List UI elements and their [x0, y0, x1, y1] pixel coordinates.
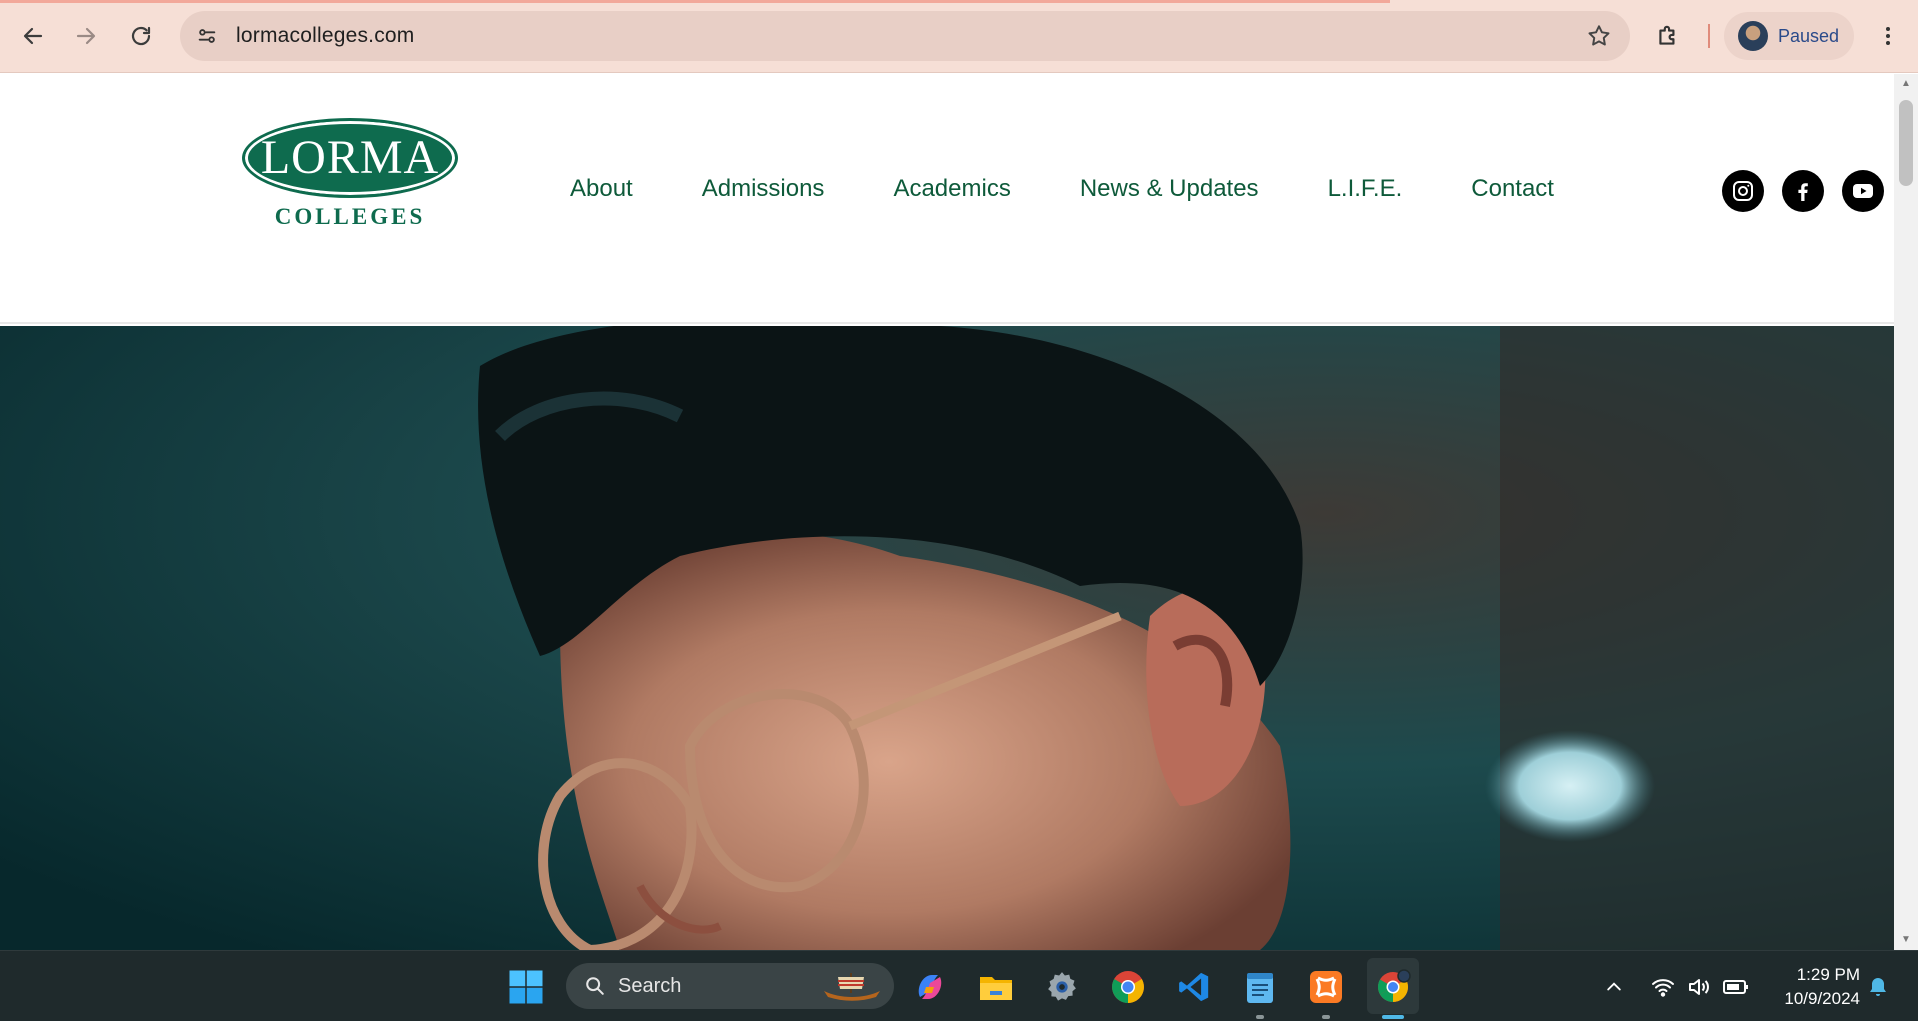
browser-menu-button[interactable] [1866, 14, 1910, 58]
back-button[interactable] [11, 14, 55, 58]
chrome-active-indicator [1382, 1015, 1404, 1019]
main-navigation: About Admissions Academics News & Update… [570, 172, 1554, 206]
taskbar-search-box[interactable]: Search [566, 963, 894, 1009]
windows-start-icon[interactable] [508, 969, 544, 1005]
nav-link-news-updates[interactable]: News & Updates [1080, 172, 1259, 206]
youtube-icon [1853, 184, 1873, 198]
site-info-button[interactable] [184, 13, 230, 59]
nav-link-admissions[interactable]: Admissions [702, 172, 825, 206]
logo-badge: LORMA [242, 118, 458, 198]
file-explorer-app[interactable] [976, 967, 1016, 1007]
xampp-running-indicator [1322, 1015, 1330, 1019]
avatar [1738, 21, 1768, 51]
clock-date: 10/9/2024 [1784, 989, 1860, 1008]
wifi-icon[interactable] [1650, 975, 1676, 999]
youtube-link[interactable] [1842, 170, 1884, 212]
bookmark-star-icon[interactable] [1586, 23, 1612, 49]
vscode-icon [1179, 972, 1209, 1002]
toolbar-separator [1708, 24, 1710, 48]
extensions-button[interactable] [1646, 14, 1690, 58]
chrome-profile-app[interactable] [1373, 967, 1413, 1007]
instagram-link[interactable] [1722, 170, 1764, 212]
copilot-app[interactable] [910, 967, 950, 1007]
hero-video[interactable] [0, 326, 1894, 950]
instagram-icon [1733, 181, 1753, 201]
profile-button[interactable]: Paused [1724, 12, 1854, 60]
chrome-icon [1112, 971, 1144, 1003]
puzzle-icon [1659, 25, 1675, 45]
scroll-down-arrow-icon[interactable]: ▼ [1900, 934, 1912, 946]
volume-icon[interactable] [1686, 975, 1712, 999]
notepad-icon [1247, 973, 1273, 1003]
scroll-up-arrow-icon[interactable]: ▲ [1900, 78, 1912, 90]
url-text[interactable]: lormacolleges.com [236, 24, 414, 48]
address-bar[interactable]: lormacolleges.com [180, 11, 1630, 61]
viking-ship-icon [824, 973, 880, 1001]
chrome-app[interactable] [1108, 967, 1148, 1007]
forward-button[interactable] [64, 14, 108, 58]
tune-icon [198, 29, 216, 43]
nav-link-contact[interactable]: Contact [1471, 172, 1554, 206]
kebab-menu-icon [1886, 27, 1890, 45]
vscode-app[interactable] [1174, 967, 1214, 1007]
notification-bell-icon[interactable] [1866, 975, 1890, 999]
browser-toolbar: lormacolleges.com Paused [0, 0, 1918, 73]
page-viewport: LORMA COLLEGES About Admissions Academic… [0, 74, 1894, 950]
clock-time: 1:29 PM [1796, 965, 1860, 984]
settings-icon [1048, 972, 1076, 1001]
notepad-app[interactable] [1240, 967, 1280, 1007]
search-placeholder: Search [618, 974, 682, 997]
reload-button[interactable] [119, 14, 163, 58]
scroll-thumb[interactable] [1899, 100, 1913, 186]
logo-wordmark: LORMA [260, 131, 440, 184]
nav-link-academics[interactable]: Academics [893, 172, 1010, 206]
reload-icon [131, 26, 151, 46]
xampp-app[interactable] [1306, 967, 1346, 1007]
arrow-right-icon [76, 27, 96, 45]
battery-icon[interactable] [1722, 975, 1750, 999]
site-header: LORMA COLLEGES About Admissions Academic… [0, 74, 1894, 324]
hero-image [0, 326, 1894, 950]
system-clock[interactable]: 1:29 PM 10/9/2024 [1760, 963, 1860, 1011]
profile-status: Paused [1778, 25, 1840, 46]
file-explorer-icon [980, 977, 1012, 1000]
nav-link-about[interactable]: About [570, 172, 633, 206]
logo-subtitle: COLLEGES [274, 204, 426, 229]
chevron-up-icon[interactable] [1604, 977, 1624, 997]
windows-taskbar: Search 1:29 PM 10/9/2024 [0, 950, 1918, 1021]
arrow-left-icon [23, 27, 43, 45]
page-scrollbar[interactable]: ▲ ▼ [1894, 74, 1918, 950]
social-links [1722, 170, 1884, 212]
xampp-icon [1310, 971, 1342, 1003]
page-load-progress [0, 0, 1390, 3]
settings-app[interactable] [1042, 967, 1082, 1007]
nav-link-life[interactable]: L.I.F.E. [1328, 172, 1403, 206]
facebook-icon [1798, 183, 1808, 201]
facebook-link[interactable] [1782, 170, 1824, 212]
notepad-running-indicator [1256, 1015, 1264, 1019]
copilot-icon [918, 975, 942, 999]
site-logo[interactable]: LORMA COLLEGES [242, 118, 460, 234]
search-icon [586, 977, 604, 995]
chrome-profile-icon [1377, 969, 1411, 1002]
